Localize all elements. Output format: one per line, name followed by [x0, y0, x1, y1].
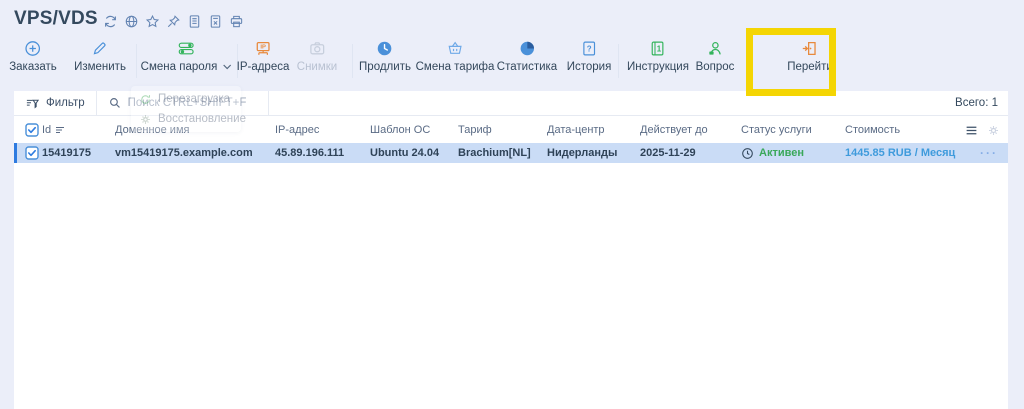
- change-tariff-button[interactable]: Смена тарифа: [416, 40, 495, 73]
- total-count: Всего: 1: [955, 91, 1008, 115]
- pin-icon[interactable]: [166, 14, 181, 29]
- filter-button[interactable]: Фильтр: [14, 91, 97, 115]
- history-label: История: [567, 61, 612, 73]
- status-badge: Активен: [759, 147, 804, 159]
- column-header-ip[interactable]: IP-адрес: [275, 117, 319, 143]
- statistics-label: Статистика: [497, 61, 557, 73]
- table-settings-gear-icon[interactable]: [987, 124, 1000, 137]
- title-toolbar: [103, 14, 244, 29]
- column-header-valid-until[interactable]: Действует до: [640, 117, 708, 143]
- sort-icon: [55, 125, 65, 135]
- column-header-status[interactable]: Статус услуги: [741, 117, 812, 143]
- change-tariff-label: Смена тарифа: [416, 61, 495, 73]
- column-header-tariff[interactable]: Тариф: [458, 117, 492, 143]
- cell-domain: vm15419175.example.com: [115, 143, 253, 163]
- cell-os: Ubuntu 24.04: [370, 143, 439, 163]
- svg-text:1: 1: [657, 45, 662, 54]
- page-title: VPS/VDS: [14, 8, 98, 30]
- menu-item-restart[interactable]: Перезагрузка: [131, 89, 241, 109]
- camera-icon: [308, 40, 325, 57]
- cell-tariff: Brachium[NL]: [458, 143, 531, 163]
- menu-item-restart-label: Перезагрузка: [158, 93, 230, 105]
- filter-label: Фильтр: [46, 97, 85, 109]
- change-password-button[interactable]: Смена пароля: [141, 40, 232, 73]
- column-header-cost[interactable]: Стоимость: [845, 117, 900, 143]
- cell-id: 15419175: [42, 143, 91, 163]
- snapshots-button[interactable]: Снимки: [297, 40, 337, 73]
- column-header-datacenter[interactable]: Дата-центр: [547, 117, 605, 143]
- export-icon[interactable]: [208, 14, 223, 29]
- history-button[interactable]: ? История: [567, 40, 612, 73]
- prolong-button[interactable]: Продлить: [359, 40, 411, 73]
- toolbar-divider: [618, 44, 619, 78]
- prolong-label: Продлить: [359, 61, 411, 73]
- pencil-icon: [92, 40, 109, 57]
- cell-status: Активен: [741, 143, 804, 163]
- basket-icon: [446, 40, 463, 57]
- toolbar-divider: [136, 44, 137, 78]
- pie-chart-icon: [519, 40, 536, 57]
- question-button[interactable]: Вопрос: [696, 40, 735, 73]
- filter-bar-spacer: [269, 91, 955, 115]
- cell-datacenter: Нидерланды: [547, 143, 617, 163]
- clock-icon: [376, 40, 393, 57]
- go-to-label: Перейти: [787, 61, 833, 73]
- chevron-down-icon: [222, 64, 231, 70]
- select-all-checkbox[interactable]: [25, 123, 39, 137]
- instruction-label: Инструкция: [627, 61, 689, 73]
- ip-addresses-button[interactable]: IP IP-адреса: [237, 40, 290, 73]
- table-menu-icon[interactable]: [965, 124, 978, 137]
- snapshots-label: Снимки: [297, 61, 337, 73]
- menu-item-restore[interactable]: Восстановление: [131, 109, 241, 129]
- plus-circle-icon: [24, 40, 41, 57]
- globe-icon[interactable]: [124, 14, 139, 29]
- statistics-button[interactable]: Статистика: [497, 40, 557, 73]
- svg-text:?: ?: [587, 44, 592, 53]
- star-icon[interactable]: [145, 14, 160, 29]
- vps-panel: VPS/VDS Заказать Изменить Смена пароля I…: [0, 0, 1024, 409]
- services-panel: Фильтр Всего: 1 Id Доменное имя IP-адрес…: [14, 91, 1008, 409]
- gear-icon: [139, 113, 152, 126]
- menu-item-restore-label: Восстановление: [158, 113, 246, 125]
- edit-button[interactable]: Изменить: [74, 40, 126, 73]
- ghost-dropdown-menu: Перезагрузка Восстановление: [131, 86, 241, 132]
- svg-text:IP: IP: [260, 45, 266, 51]
- search-icon: [108, 96, 122, 110]
- support-person-icon: [707, 40, 724, 57]
- toolbar-divider: [352, 44, 353, 78]
- sliders-icon: [178, 40, 195, 57]
- column-header-id[interactable]: Id: [42, 117, 65, 143]
- question-card-icon: ?: [580, 40, 597, 57]
- table-row[interactable]: 15419175 vm15419175.example.com 45.89.19…: [14, 143, 1008, 163]
- status-clock-icon: [741, 147, 754, 160]
- cell-cost: 1445.85 RUB / Месяц: [845, 143, 955, 163]
- row-actions-menu[interactable]: ···: [980, 143, 998, 163]
- order-button[interactable]: Заказать: [9, 40, 57, 73]
- question-label: Вопрос: [696, 61, 735, 73]
- row-checkbox[interactable]: [25, 146, 39, 160]
- ip-addresses-label: IP-адреса: [237, 61, 290, 73]
- list-icon[interactable]: [187, 14, 202, 29]
- order-label: Заказать: [9, 61, 57, 73]
- manual-icon: 1: [649, 40, 666, 57]
- go-to-button[interactable]: Перейти: [787, 40, 833, 73]
- change-password-label: Смена пароля: [141, 61, 218, 73]
- ip-icon: IP: [255, 40, 272, 57]
- refresh-icon[interactable]: [103, 14, 118, 29]
- cell-valid-until: 2025-11-29: [640, 143, 696, 163]
- cell-ip: 45.89.196.111: [275, 143, 344, 163]
- column-header-os[interactable]: Шаблон ОС: [370, 117, 430, 143]
- instruction-button[interactable]: 1 Инструкция: [627, 40, 689, 73]
- door-exit-icon: [801, 40, 818, 57]
- restart-icon: [139, 93, 152, 106]
- print-icon[interactable]: [229, 14, 244, 29]
- filter-icon: [25, 96, 40, 111]
- edit-label: Изменить: [74, 61, 126, 73]
